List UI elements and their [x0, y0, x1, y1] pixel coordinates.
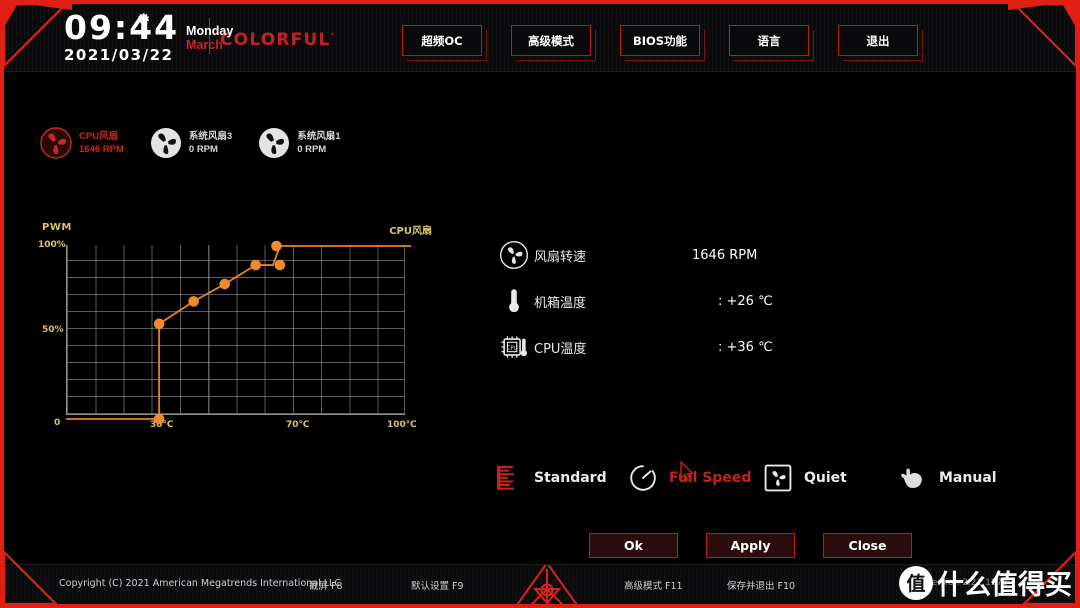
- main-content: CPU风扇 1646 RPM 系统风扇3 0 RPM 系统风扇1 0 RPM P…: [4, 72, 1076, 564]
- nav-label: BIOS功能: [632, 33, 688, 48]
- dialog-actions: Ok Apply Close: [589, 533, 912, 558]
- fan-selector-strip: CPU风扇 1646 RPM 系统风扇3 0 RPM 系统风扇1 0 RPM: [40, 127, 340, 159]
- cpu-chip-icon: CPU: [501, 336, 528, 358]
- fan-chip-name: CPU风扇: [79, 131, 119, 142]
- chart-control-point[interactable]: [153, 318, 165, 330]
- brand-superscript: °: [330, 31, 336, 41]
- nav-label: 超频OC: [421, 33, 463, 48]
- fan-chip-name: 系统风扇1: [297, 131, 341, 142]
- svg-text:CPU: CPU: [507, 345, 517, 351]
- sensor-value: : +26 ℃: [718, 293, 773, 309]
- chart-control-point[interactable]: [188, 296, 199, 307]
- chart-control-point[interactable]: [271, 240, 282, 252]
- nav-label: 语言: [757, 33, 781, 48]
- ok-button[interactable]: Ok: [589, 533, 678, 558]
- chart-ytick-50: 50%: [42, 325, 64, 335]
- footer-key-advanced-mode[interactable]: 高级模式 F11: [624, 578, 683, 592]
- mode-option-quiet[interactable]: Quiet: [762, 462, 897, 494]
- fan-chip-rpm: 0 RPM: [188, 144, 218, 155]
- footer-key-defaults[interactable]: 默认设置 F9: [411, 578, 464, 592]
- fan-icon: [40, 127, 72, 159]
- sensor-row-chassis-temp: 机箱温度 : +26 ℃: [494, 278, 824, 324]
- clock-block: 09:44 2021/03/22 Monday March: [64, 8, 234, 64]
- nav-button-advanced-mode[interactable]: 高级模式: [511, 25, 596, 61]
- hand-pointer-icon: [901, 468, 922, 488]
- watermark-text: 什么值得买: [937, 570, 1072, 601]
- fan-chip-system-3[interactable]: 系统风扇3 0 RPM: [150, 127, 232, 159]
- nav-label: 高级模式: [528, 33, 574, 48]
- fan-icon: [259, 128, 290, 158]
- clock-time: 09:44: [64, 8, 180, 47]
- fan-icon: [150, 128, 181, 158]
- chart-legend-title: CPU风扇: [389, 226, 432, 237]
- clock-month: March: [186, 38, 223, 52]
- sensor-row-cpu-temp: CPU CPU温度 : +36 ℃: [494, 324, 824, 370]
- sensor-row-fan-speed: 风扇转速 1646 RPM: [494, 232, 824, 278]
- chart-xtick-70: 70℃: [286, 420, 310, 430]
- close-button-label: Close: [848, 538, 887, 553]
- sensor-value: : +36 ℃: [718, 339, 773, 355]
- chart-y-axis-label: PWM: [42, 222, 72, 233]
- apply-button[interactable]: Apply: [706, 533, 795, 558]
- chart-control-point[interactable]: [274, 259, 286, 271]
- fan-curve-chart[interactable]: PWM CPU风扇 100% 50% 0 30℃ 70℃ 100℃: [32, 222, 432, 437]
- footer-key-screenshot[interactable]: 截屏 F8: [309, 578, 343, 592]
- fan-chip-name: 系统风扇3: [188, 131, 233, 142]
- nav-button-bios-function[interactable]: BIOS功能: [620, 25, 705, 61]
- brand-text: COLORFUL: [220, 30, 331, 50]
- chart-control-point[interactable]: [219, 278, 230, 290]
- main-navigation: 超频OC 高级模式 BIOS功能 语言 退出: [402, 25, 923, 61]
- nav-button-language[interactable]: 语言: [729, 25, 814, 61]
- header-bar: 09:44 2021/03/22 Monday March ⚙ COLORFUL…: [4, 4, 1076, 72]
- sensor-label: 机箱温度: [534, 295, 587, 311]
- site-watermark: 值 什么值得买: [899, 563, 1072, 602]
- equalizer-icon: [497, 466, 514, 490]
- clock-day-of-week: Monday: [186, 24, 234, 38]
- footer-key-save-exit[interactable]: 保存并退出 F10: [727, 578, 795, 592]
- fan-chip-system-1[interactable]: 系统风扇1 0 RPM: [258, 127, 340, 159]
- sensor-readout-panel: 风扇转速 1646 RPM 机箱温度 : +26 ℃ CPU CPU温度: +…: [494, 232, 824, 370]
- fan-chip-rpm: 0 RPM: [297, 144, 327, 155]
- sensor-label: 风扇转速: [534, 249, 587, 265]
- mode-label: Manual: [939, 470, 997, 486]
- chart-control-point[interactable]: [250, 259, 262, 271]
- footer-copyright: Copyright (C) 2021 American Megatrends I…: [59, 578, 341, 589]
- gauge-icon: [630, 465, 656, 491]
- chart-control-point[interactable]: [153, 413, 165, 425]
- triangle-star-emblem: [516, 565, 578, 604]
- fan-icon: [499, 240, 529, 270]
- fan-chip-cpu[interactable]: CPU风扇 1646 RPM: [40, 127, 124, 159]
- brand-logo: COLORFUL°: [220, 30, 336, 50]
- nav-button-oc[interactable]: 超频OC: [402, 25, 487, 61]
- mode-option-standard[interactable]: Standard: [492, 462, 627, 494]
- thermometer-icon: [509, 289, 520, 313]
- sensor-label: CPU温度: [534, 341, 587, 357]
- mouse-cursor: [680, 461, 695, 482]
- fan-chip-rpm: 1646 RPM: [79, 144, 124, 155]
- close-button[interactable]: Close: [823, 533, 912, 558]
- ok-button-label: Ok: [624, 538, 643, 553]
- apply-button-label: Apply: [730, 538, 771, 553]
- nav-button-exit[interactable]: 退出: [838, 25, 923, 61]
- fan-mode-selector: Standard Full Speed Quiet Manual: [492, 462, 1032, 494]
- mode-label: Standard: [534, 470, 607, 486]
- watermark-badge: 值: [899, 565, 933, 600]
- mode-option-manual[interactable]: Manual: [897, 462, 1032, 494]
- chart-ytick-100: 100%: [38, 240, 66, 250]
- chart-xtick-100: 100℃: [387, 420, 417, 430]
- fan-square-icon: [764, 464, 792, 492]
- sensor-value: 1646 RPM: [692, 247, 758, 263]
- chart-ytick-0: 0: [54, 418, 61, 428]
- mode-label: Quiet: [804, 470, 847, 486]
- nav-label: 退出: [866, 33, 890, 48]
- clock-date: 2021/03/22: [64, 46, 174, 64]
- chart-curve: [66, 240, 411, 425]
